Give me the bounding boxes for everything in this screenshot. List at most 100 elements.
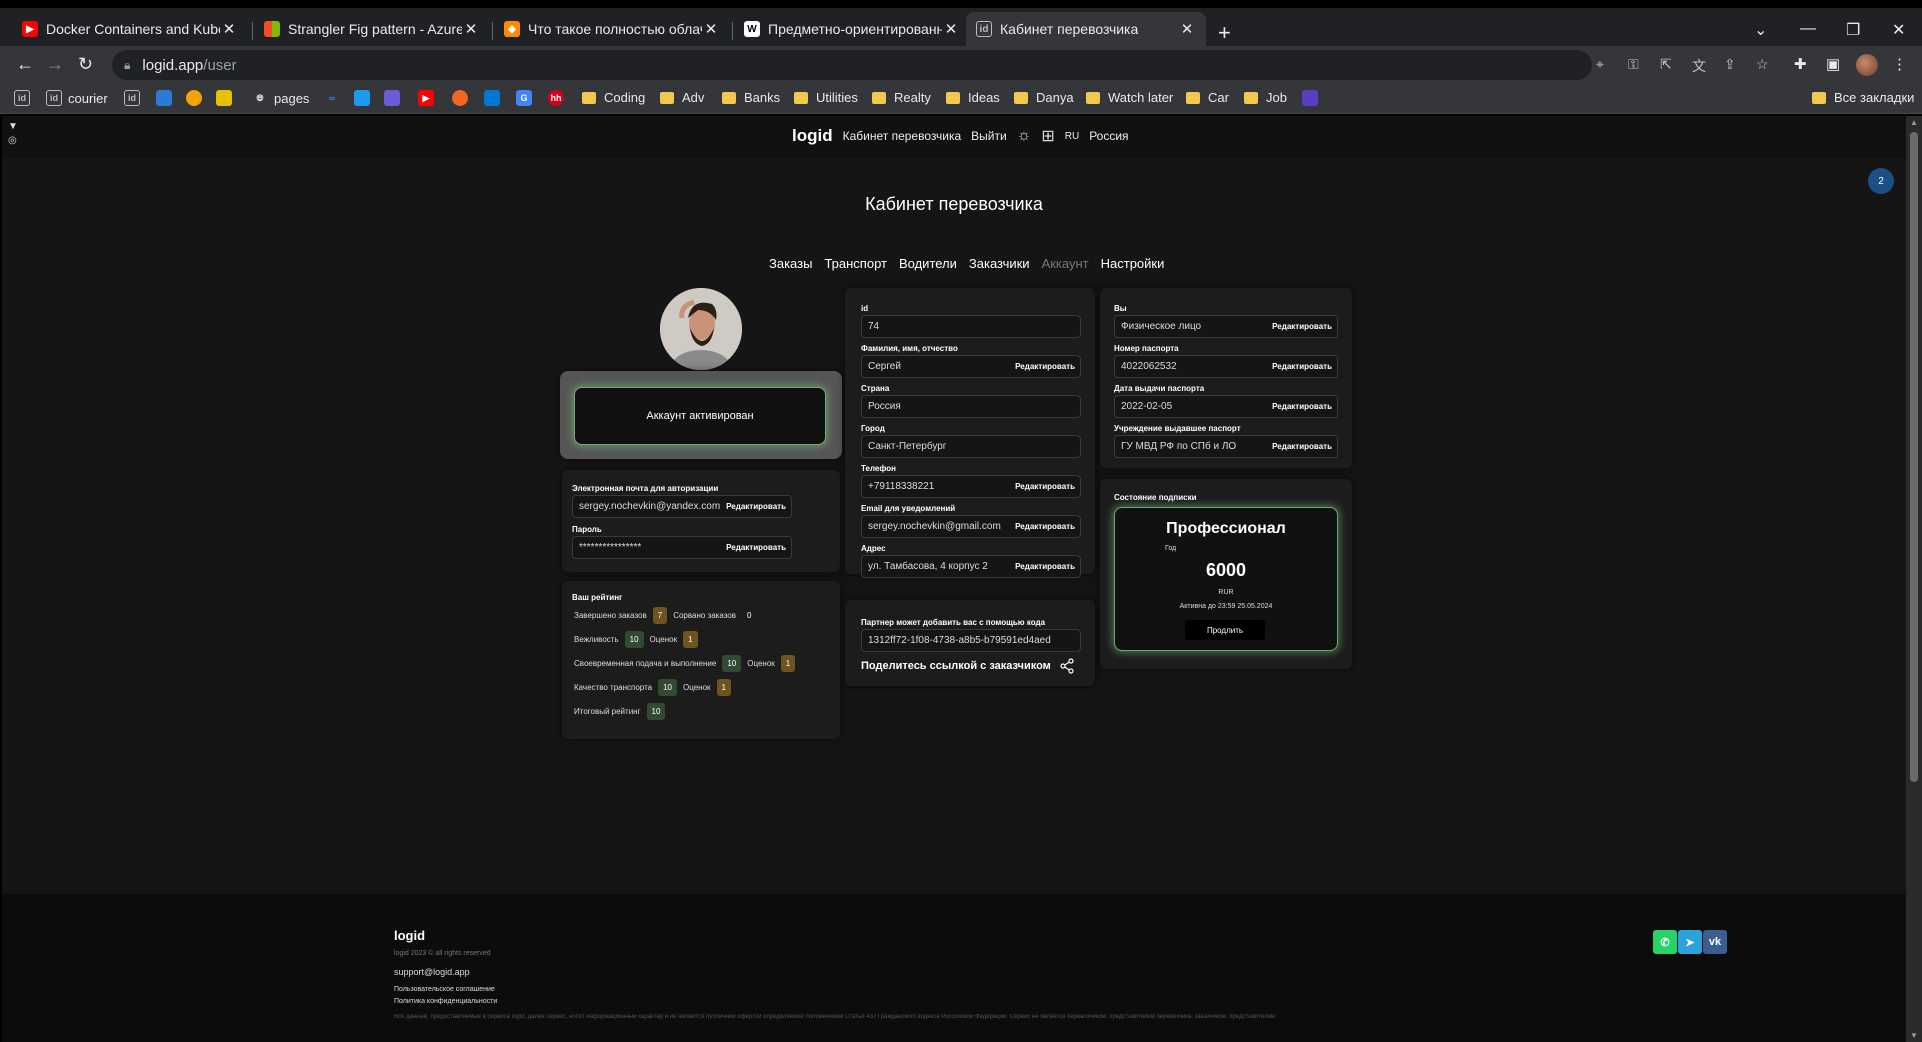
account-activated-button[interactable]: Аккаунт активирован: [574, 387, 826, 445]
edit-password-button[interactable]: Редактировать: [726, 543, 786, 552]
bookmark-6[interactable]: [384, 90, 406, 106]
bookmark-3[interactable]: [216, 90, 238, 106]
share-link-button[interactable]: Поделитесь ссылкой с заказчиком: [861, 658, 1075, 674]
close-icon[interactable]: ✕: [942, 20, 960, 38]
bookmark-5[interactable]: [354, 90, 376, 106]
terms-link[interactable]: Пользовательское соглашение: [394, 986, 495, 993]
partner-code-field[interactable]: 1312ff72-1f08-4738-a8b5-b79591ed4aed: [861, 629, 1081, 652]
bookmark-7[interactable]: [1302, 90, 1324, 106]
notification-badge[interactable]: 2: [1868, 168, 1894, 194]
bookmark-folder-watch-later[interactable]: Watch later: [1086, 90, 1173, 105]
phone-field[interactable]: +79118338221 Редактировать: [861, 475, 1081, 498]
location-icon[interactable]: ⌖: [1596, 56, 1604, 73]
vk-icon[interactable]: vk: [1703, 930, 1727, 954]
browser-tab-cloud[interactable]: ◆ Что такое полностью облачна ✕: [494, 12, 730, 46]
scroll-down-icon[interactable]: ▼: [1910, 1031, 1918, 1040]
edit-passport-button[interactable]: Редактировать: [1272, 362, 1332, 371]
browser-tab-docker[interactable]: ▶ Docker Containers and Kuberne ✕: [12, 12, 248, 46]
tab-settings[interactable]: Настройки: [1101, 256, 1165, 271]
sun-icon[interactable]: ☼: [1017, 127, 1032, 145]
forward-icon[interactable]: →: [46, 54, 64, 75]
edit-phone-button[interactable]: Редактировать: [1015, 482, 1075, 491]
footer-logo[interactable]: logid: [394, 928, 425, 943]
tab-transport[interactable]: Транспорт: [824, 256, 887, 271]
whatsapp-icon[interactable]: ✆: [1653, 930, 1677, 954]
tab-search-icon[interactable]: ⌄: [1754, 20, 1767, 40]
edit-issuer-button[interactable]: Редактировать: [1272, 442, 1332, 451]
bookmark-folder-car[interactable]: Car: [1186, 90, 1229, 105]
bookmark-rss[interactable]: [452, 90, 474, 106]
nav-logout[interactable]: Выйти: [971, 129, 1007, 143]
restore-button[interactable]: ❐: [1846, 20, 1860, 40]
bookmark-pages[interactable]: 🌐︎ pages: [252, 90, 309, 106]
issuer-field[interactable]: ГУ МВД РФ по СПб и ЛО Редактировать: [1114, 435, 1338, 458]
city-field[interactable]: Санкт-Петербург: [861, 435, 1081, 458]
bookmark-onedrive[interactable]: [484, 90, 506, 106]
edit-name-button[interactable]: Редактировать: [1015, 362, 1075, 371]
wifi-icon[interactable]: ▼: [8, 120, 18, 134]
bookmark-hh[interactable]: hh: [548, 90, 570, 106]
browser-tab-active[interactable]: id Кабинет перевозчика ✕: [966, 12, 1206, 46]
extensions-icon[interactable]: ✚: [1794, 55, 1807, 73]
edit-notify-email-button[interactable]: Редактировать: [1015, 522, 1075, 531]
bookmark-folder-ideas[interactable]: Ideas: [946, 90, 1000, 105]
grid-icon[interactable]: ⊞: [1041, 126, 1054, 146]
tab-drivers[interactable]: Водители: [899, 256, 957, 271]
auth-email-field[interactable]: sergey.nochevkin@yandex.com Редактироват…: [572, 495, 792, 518]
notify-email-field[interactable]: sergey.nochevkin@gmail.com Редактировать: [861, 515, 1081, 538]
close-icon[interactable]: ✕: [462, 20, 480, 38]
translate-icon[interactable]: 文: [1692, 56, 1706, 76]
language-selector[interactable]: RU: [1065, 131, 1079, 142]
footer-email-link[interactable]: support@logid.app: [394, 967, 470, 977]
open-external-icon[interactable]: ⇱: [1660, 56, 1672, 73]
country-field[interactable]: Россия: [861, 395, 1081, 418]
bookmark-logid-2[interactable]: id: [124, 90, 146, 106]
minimize-button[interactable]: —: [1800, 20, 1816, 38]
bookmark-folder-utilities[interactable]: Utilities: [794, 90, 858, 105]
close-icon[interactable]: ✕: [702, 20, 720, 38]
legal-type-field[interactable]: Физическое лицо Редактировать: [1114, 315, 1338, 338]
bookmark-1[interactable]: [156, 90, 178, 106]
side-panel-icon[interactable]: ▣: [1826, 55, 1840, 73]
back-icon[interactable]: ←: [16, 54, 34, 75]
scrollbar-thumb[interactable]: [1910, 132, 1918, 782]
site-logo[interactable]: logid: [792, 126, 833, 146]
bookmark-youtube[interactable]: ▶: [418, 90, 440, 106]
bookmark-courier[interactable]: id courier: [46, 90, 108, 106]
browser-tab-strangler[interactable]: Strangler Fig pattern - Azure Arc ✕: [254, 12, 490, 46]
window-close-button[interactable]: ✕: [1892, 20, 1905, 40]
issue-date-field[interactable]: 2022-02-05 Редактировать: [1114, 395, 1338, 418]
nav-cabinet[interactable]: Кабинет перевозчика: [843, 129, 962, 143]
bookmark-folder-job[interactable]: Job: [1244, 90, 1287, 105]
star-icon[interactable]: ☆: [1756, 56, 1769, 73]
bookmark-2[interactable]: [186, 90, 208, 106]
browser-tab-ddd[interactable]: W Предметно-ориентированное ✕: [734, 12, 970, 46]
bookmark-folder-adv[interactable]: Adv: [660, 90, 704, 105]
tab-orders[interactable]: Заказы: [769, 256, 812, 271]
bookmark-4[interactable]: ∞: [324, 90, 346, 106]
close-icon[interactable]: ✕: [1178, 20, 1196, 38]
profile-avatar[interactable]: [1856, 54, 1878, 76]
name-field[interactable]: Сергей Редактировать: [861, 355, 1081, 378]
bookmark-translate[interactable]: G: [516, 90, 538, 106]
telegram-icon[interactable]: ➤: [1678, 930, 1702, 954]
avatar[interactable]: [660, 288, 742, 370]
edit-issue-date-button[interactable]: Редактировать: [1272, 402, 1332, 411]
new-tab-button[interactable]: +: [1218, 20, 1231, 46]
bookmark-all[interactable]: Все закладки: [1812, 90, 1914, 105]
location-icon[interactable]: ◎: [8, 134, 18, 148]
address-bar[interactable]: 🔒︎ logid.app/user: [112, 50, 1592, 80]
edit-email-button[interactable]: Редактировать: [726, 502, 786, 511]
page-scrollbar[interactable]: ▲ ▼: [1906, 116, 1922, 1042]
country-selector[interactable]: Россия: [1089, 129, 1128, 143]
password-field[interactable]: **************** Редактировать: [572, 536, 792, 559]
share-icon[interactable]: ⇪: [1724, 56, 1736, 73]
bookmark-logid-1[interactable]: id: [14, 90, 36, 106]
scroll-up-icon[interactable]: ▲: [1910, 118, 1918, 127]
key-icon[interactable]: ⚿: [1628, 56, 1639, 73]
edit-legal-type-button[interactable]: Редактировать: [1272, 322, 1332, 331]
bookmark-folder-coding[interactable]: Coding: [582, 90, 645, 105]
passport-field[interactable]: 4022062532 Редактировать: [1114, 355, 1338, 378]
tab-account[interactable]: Аккаунт: [1042, 256, 1089, 271]
bookmark-folder-realty[interactable]: Realty: [872, 90, 931, 105]
